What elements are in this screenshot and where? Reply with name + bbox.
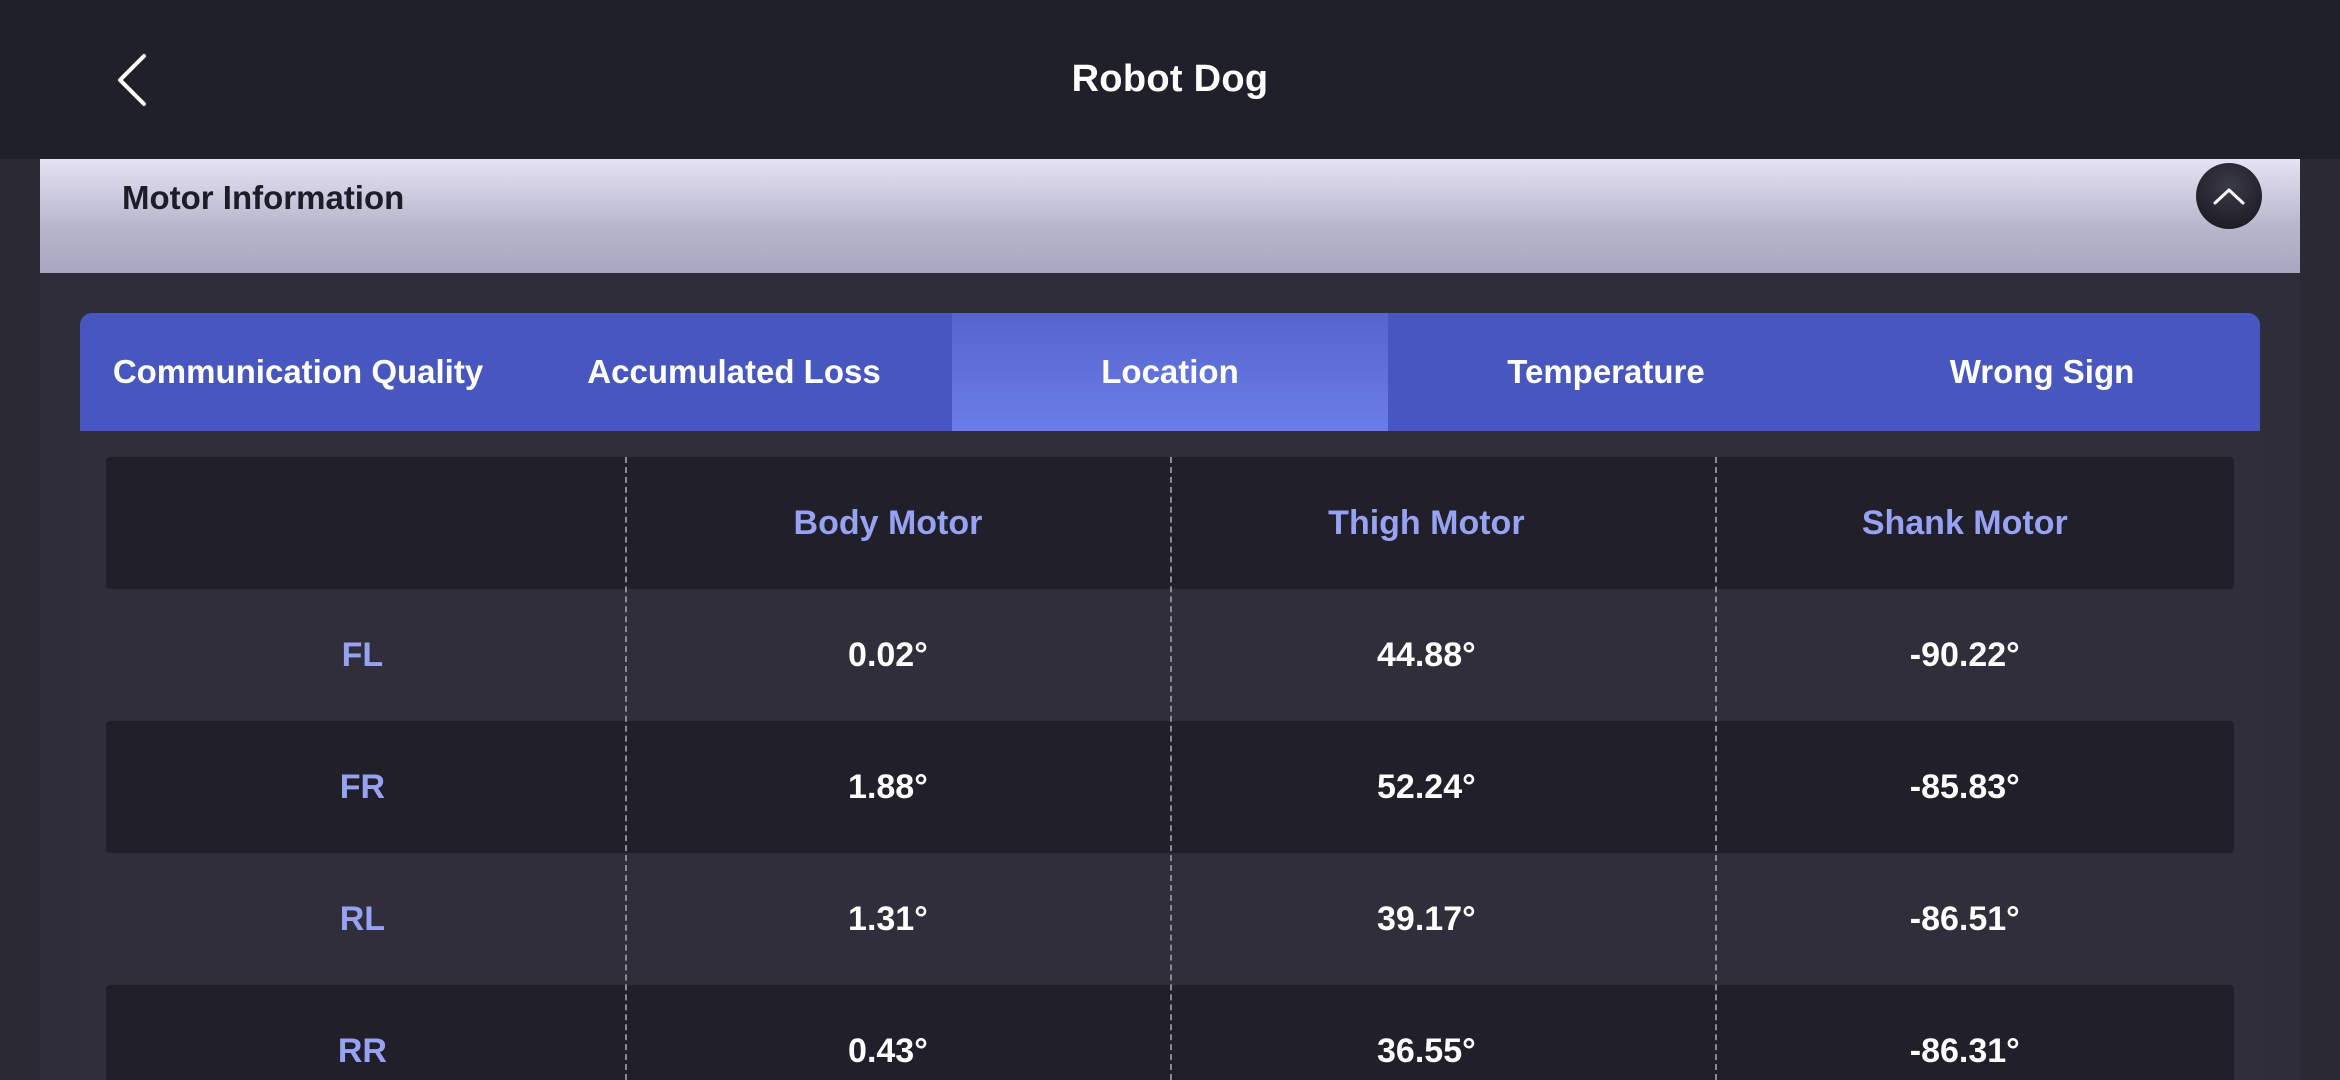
motor-information-header[interactable]: Motor Information bbox=[40, 159, 2300, 273]
right-gutter bbox=[2300, 159, 2340, 1080]
body-motor-value: 1.88° bbox=[848, 767, 928, 806]
column-header-body-motor: Body Motor bbox=[793, 503, 983, 542]
column-divider bbox=[625, 457, 627, 1080]
row-label: RR bbox=[337, 1031, 387, 1070]
tab-communication-quality[interactable]: Communication Quality bbox=[80, 313, 516, 431]
row-label: FR bbox=[339, 767, 386, 806]
tab-accumulated-loss[interactable]: Accumulated Loss bbox=[516, 313, 952, 431]
body-motor-value: 0.43° bbox=[848, 1031, 928, 1070]
body-motor-value: 1.31° bbox=[848, 899, 928, 938]
row-label: FL bbox=[341, 635, 384, 674]
chevron-up-icon bbox=[2213, 188, 2245, 205]
motor-card: Communication Quality Accumulated Loss L… bbox=[80, 313, 2260, 1080]
thigh-motor-value: 44.88° bbox=[1377, 635, 1476, 674]
column-header-shank-motor: Shank Motor bbox=[1861, 503, 2068, 542]
body-motor-value: 0.02° bbox=[848, 635, 928, 674]
thigh-motor-value: 52.24° bbox=[1377, 767, 1476, 806]
row-label: RL bbox=[339, 899, 386, 938]
page-title: Robot Dog bbox=[1071, 58, 1269, 100]
top-bar: Robot Dog bbox=[0, 0, 2340, 159]
location-table: Body Motor Thigh Motor Shank Motor FL 0.… bbox=[106, 457, 2234, 1080]
tab-temperature[interactable]: Temperature bbox=[1388, 313, 1824, 431]
section-title: Motor Information bbox=[122, 179, 405, 216]
shank-motor-value: -90.22° bbox=[1909, 635, 2020, 674]
column-header-empty bbox=[106, 457, 619, 589]
shank-motor-value: -85.83° bbox=[1909, 767, 2020, 806]
column-divider bbox=[1170, 457, 1172, 1080]
column-header-thigh-motor: Thigh Motor bbox=[1328, 503, 1525, 542]
thigh-motor-value: 36.55° bbox=[1377, 1031, 1476, 1070]
tab-location[interactable]: Location bbox=[952, 313, 1388, 431]
shank-motor-value: -86.31° bbox=[1909, 1031, 2020, 1070]
tab-bar: Communication Quality Accumulated Loss L… bbox=[80, 313, 2260, 431]
column-divider bbox=[1715, 457, 1717, 1080]
thigh-motor-value: 39.17° bbox=[1377, 899, 1476, 938]
collapse-button[interactable] bbox=[2196, 163, 2262, 229]
tab-wrong-sign[interactable]: Wrong Sign bbox=[1824, 313, 2260, 431]
left-gutter bbox=[0, 159, 40, 1080]
shank-motor-value: -86.51° bbox=[1909, 899, 2020, 938]
